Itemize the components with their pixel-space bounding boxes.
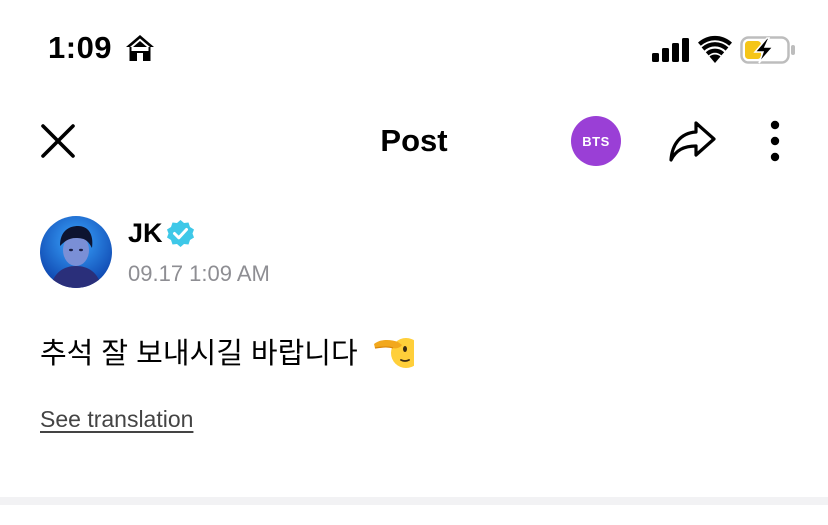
battery-charging-icon [740, 36, 795, 64]
divider [0, 497, 828, 505]
see-translation-link[interactable]: See translation [40, 406, 193, 433]
post-timestamp: 09.17 1:09 AM [128, 261, 270, 286]
verified-badge-icon [167, 220, 194, 247]
share-icon[interactable] [666, 117, 718, 165]
profile-photo [40, 216, 112, 288]
status-time: 1:09 [48, 30, 113, 65]
cellular-signal-icon [652, 38, 689, 62]
home-icon [126, 35, 154, 61]
nav-bar: Post BTS [0, 105, 828, 180]
salute-face-emoji [372, 333, 414, 369]
bts-community-button[interactable]: BTS [571, 116, 621, 166]
post-text-content: 추석 잘 보내시길 바랍니다 [40, 338, 358, 370]
wifi-icon [698, 35, 732, 63]
more-vertical-icon[interactable] [760, 119, 790, 163]
post-text: 추석 잘 보내시길 바랍니다 [40, 330, 414, 372]
avatar[interactable] [40, 216, 112, 288]
author-name[interactable]: JK [128, 218, 163, 249]
status-bar: 1:09 [0, 0, 828, 100]
